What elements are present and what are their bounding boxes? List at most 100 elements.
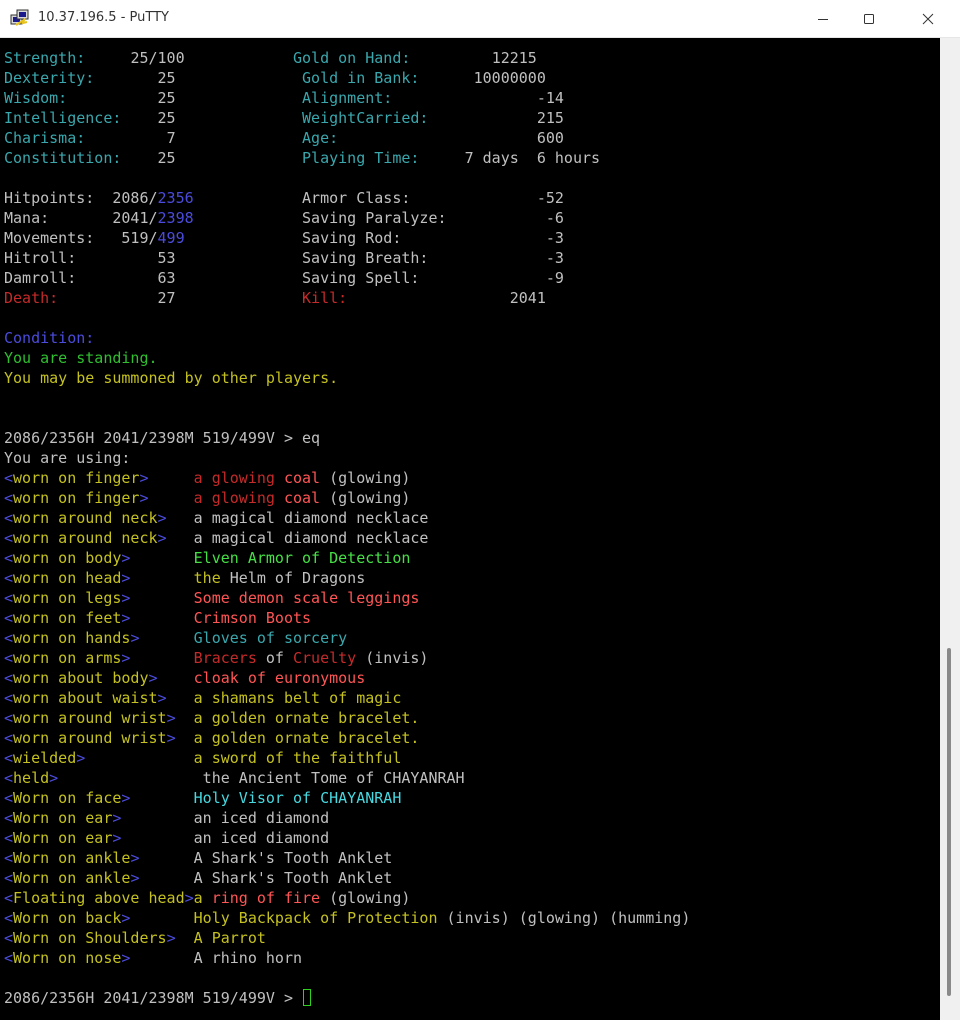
terminal-text: Alignment: <box>302 89 537 107</box>
terminal-text: an iced diamond <box>121 829 330 847</box>
terminal-text: Damroll: 63 <box>4 269 176 287</box>
terminal-line: Intelligence: 25 WeightCarried: 215 <box>4 108 564 128</box>
terminal-text: a magical diamond necklace <box>166 529 429 547</box>
terminal-text: < <box>4 869 14 887</box>
terminal-text: worn on body <box>13 549 122 567</box>
terminal-text: Wisdom: <box>4 89 158 107</box>
terminal-line: <worn about waist> a shamans belt of mag… <box>4 688 401 708</box>
terminal-text: Saving Spell: -9 <box>302 269 564 287</box>
terminal-text: Saving Rod: -3 <box>302 229 564 247</box>
terminal-text: < <box>4 689 14 707</box>
terminal-text: 215 <box>536 109 564 127</box>
terminal-text: < <box>4 749 14 767</box>
terminal-line: <wielded> a sword of the faithful <box>4 748 401 768</box>
terminal-text: Worn on ankle <box>13 849 131 867</box>
terminal-text: Worn on ear <box>13 829 113 847</box>
maximize-icon <box>864 14 874 24</box>
terminal-text: Constitution: <box>4 149 149 167</box>
terminal-line: <worn on feet> Crimson Boots <box>4 608 311 628</box>
scrollbar-thumb[interactable] <box>947 648 951 996</box>
terminal-text: an iced diamond <box>121 809 330 827</box>
terminal-text: 7 <box>166 129 176 147</box>
minimize-button[interactable] <box>800 0 846 38</box>
terminal-text: 7 days 6 hours <box>464 149 601 167</box>
terminal-text: > <box>166 709 176 727</box>
terminal-text: worn around neck <box>13 529 158 547</box>
terminal-line: <Worn on face> Holy Visor of CHAYANRAH <box>4 788 401 808</box>
title-bar[interactable]: 10.37.196.5 - PuTTY <box>0 0 960 38</box>
terminal-text: < <box>4 849 14 867</box>
terminal-text: You are standing. <box>4 349 158 367</box>
terminal-text: worn around wrist <box>13 729 167 747</box>
terminal-text: < <box>4 889 14 907</box>
terminal-text: 25 <box>148 109 176 127</box>
terminal-text: < <box>4 729 14 747</box>
terminal-text: Holy Visor of CHAYANRAH <box>193 789 402 807</box>
terminal-line: <worn on head> the Helm of Dragons <box>4 568 365 588</box>
terminal-line: Damroll: 63 Saving Spell: -9 <box>4 268 564 288</box>
terminal-text: a <box>193 889 212 907</box>
terminal-line: You are using: <box>4 448 130 468</box>
terminal-text: worn on hands <box>13 629 131 647</box>
window-title: 10.37.196.5 - PuTTY <box>38 10 169 25</box>
terminal-line: <Worn on ankle> A Shark's Tooth Anklet <box>4 868 392 888</box>
terminal-text: > <box>157 529 167 547</box>
terminal-line: <worn around neck> a magical diamond nec… <box>4 508 428 528</box>
terminal-text: < <box>4 629 14 647</box>
putty-app-icon[interactable] <box>10 9 30 29</box>
terminal-output[interactable]: Strength: 25/100 Gold on Hand: 12215 Dext… <box>0 38 940 1020</box>
terminal-line: <worn on finger> a glowing coal (glowing… <box>4 468 410 488</box>
terminal-text: Crimson Boots <box>193 609 312 627</box>
terminal-text: (glowing) <box>320 469 411 487</box>
terminal-text: > <box>157 689 167 707</box>
terminal-line: You may be summoned by other players. <box>4 368 338 388</box>
terminal-text: 25 <box>157 69 176 87</box>
terminal-text: > <box>166 729 176 747</box>
vertical-scrollbar[interactable] <box>940 38 960 1020</box>
terminal-text: (invis) (glowing) (humming) <box>437 909 691 927</box>
terminal-text: < <box>4 649 14 667</box>
terminal-line: <Worn on Shoulders> A Parrot <box>4 928 266 948</box>
terminal-text: held <box>13 769 50 787</box>
terminal-text: a sword of the faithful <box>193 749 402 767</box>
terminal-text: Condition: <box>4 329 95 347</box>
close-icon <box>922 13 934 25</box>
terminal-text: < <box>4 569 14 587</box>
terminal-line: <worn on body> Elven Armor of Detection <box>4 548 410 568</box>
maximize-button[interactable] <box>846 0 892 38</box>
terminal-text: 25/100 <box>130 49 185 67</box>
terminal-text: 2086/2356H 2041/2398M 519/499V > <box>4 989 303 1007</box>
terminal-text: A Parrot <box>193 929 266 947</box>
terminal-text: 25 <box>148 149 176 167</box>
terminal-text: 27 <box>58 289 176 307</box>
terminal-text: > <box>166 929 176 947</box>
terminal-line: <Worn on ankle> A Shark's Tooth Anklet <box>4 848 392 868</box>
terminal-text: (glowing) <box>320 489 411 507</box>
terminal-text: of <box>256 649 293 667</box>
terminal-line: Condition: <box>4 328 94 348</box>
terminal-text: 499 <box>157 229 185 247</box>
terminal-text: a glowing <box>193 469 284 487</box>
terminal-text: Gold in Bank: <box>302 69 474 87</box>
terminal-text: Death: <box>4 289 59 307</box>
terminal-text: < <box>4 929 14 947</box>
terminal-text: Intelligence: <box>4 109 149 127</box>
close-button[interactable] <box>905 0 951 38</box>
terminal-text: Saving Paralyze: -6 <box>302 209 564 227</box>
terminal-text: cloak of euronymous <box>193 669 366 687</box>
terminal-text: Bracers <box>193 649 257 667</box>
terminal-text: ring of fire <box>211 889 321 907</box>
